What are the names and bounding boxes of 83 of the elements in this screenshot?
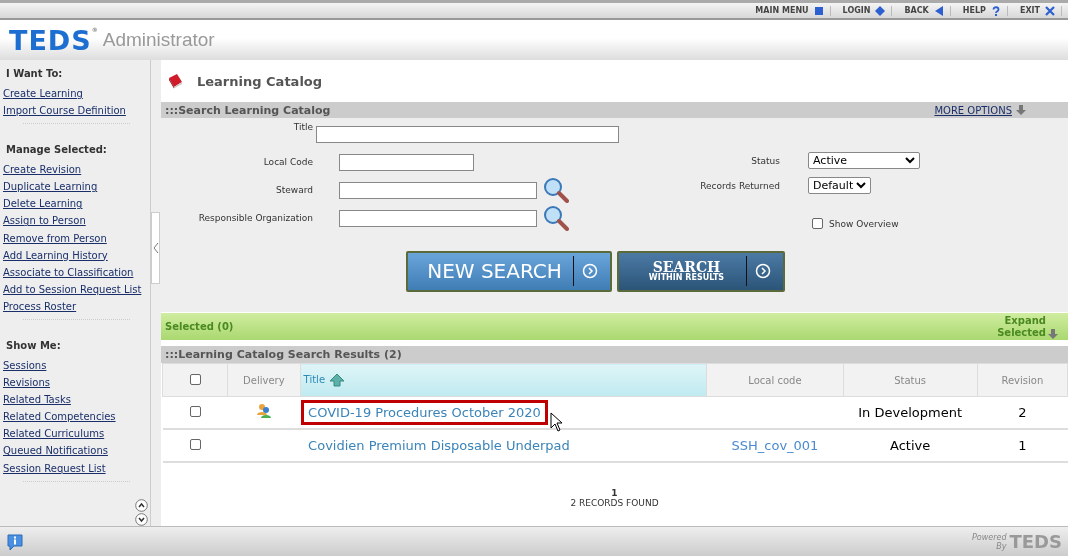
sidebar-link[interactable]: Session Request List [3,461,150,479]
scroll-down-icon [135,513,148,527]
sidebar-link[interactable]: Add to Session Request List [3,282,150,300]
chevron-down-icon [856,182,866,189]
field-label: Status [750,155,780,166]
scroll-up-icon [135,499,148,513]
sidebar-heading: I Want To: [5,67,64,81]
text-field[interactable] [339,209,537,227]
sidebar-link[interactable]: Delete Learning [3,197,150,215]
checkbox[interactable] [189,439,201,450]
cursor-icon [550,412,564,432]
records-found: 2 RECORDS FOUND [570,498,659,508]
search-button[interactable]: SEARCH WITHIN RESULTS [617,250,785,292]
chevron-down-icon [905,157,915,164]
help-icon [990,5,1001,16]
selected-count: Selected (0) [165,321,234,332]
local-code-link[interactable]: SSH_cov_001 [731,438,819,453]
sidebar-link[interactable]: Create Learning [3,87,150,105]
nav-link[interactable]: EXIT [1013,5,1062,16]
sidebar-link[interactable]: Remove from Person [3,231,150,249]
down-arrow-icon [1048,328,1058,339]
table-cell: In Development [843,396,978,429]
sidebar-link[interactable]: Import Course Definition [3,104,150,122]
chevron-left-icon [152,242,159,254]
sidebar-link[interactable]: Associate to Classification [3,265,150,283]
sidebar-link[interactable]: Related Tasks [3,393,150,411]
more-options-link[interactable]: MORE OPTIONS [934,104,1012,116]
dropdown[interactable]: Default [808,177,871,194]
sidebar-link[interactable]: Assign to Person [3,214,150,232]
footer-logo: TEDS [1009,531,1062,552]
sidebar-link[interactable]: Process Roster [3,300,150,318]
close-icon [1045,5,1055,16]
table-cell: Active [843,429,978,462]
text-field[interactable] [339,153,474,171]
sidebar-link[interactable]: Create Revision [3,163,150,181]
nav-link[interactable]: LOGIN [836,5,893,16]
dropdown[interactable]: Active [808,152,920,169]
text-field[interactable] [316,126,619,143]
sidebar-link[interactable]: Related Curriculums [3,427,150,445]
field-label: Steward [275,185,313,195]
checkbox[interactable] [812,218,823,229]
search-icon [543,177,569,203]
checkbox-label: Show Overview [829,218,899,229]
stop-square-icon [813,5,824,16]
sidebar-link[interactable]: Queued Notifications [3,444,150,462]
field-label: Title [292,122,313,132]
table-cell: 1 [977,429,1068,462]
down-arrow-icon [1016,105,1026,115]
arrow-circle-icon [755,263,771,279]
section-title: :::Search Learning Catalog [165,103,332,117]
section-title: :::Learning Catalog Search Results (2) [165,348,403,361]
text-field[interactable] [339,181,537,199]
sidebar-link[interactable]: Duplicate Learning [3,180,150,198]
title-link[interactable]: COVID-19 Procedures October 2020 [301,400,548,425]
sidebar-link[interactable]: Add Learning History [3,248,150,266]
field-label: Records Returned [699,180,780,191]
title-link[interactable]: Covidien Premium Disposable Underpad [301,433,577,458]
collapse-handle[interactable] [151,212,160,284]
sidebar-heading: Show Me: [5,338,62,353]
checkbox[interactable] [189,406,201,417]
app-name: Administrator [102,29,215,51]
book-icon [167,73,183,89]
field-label: Responsible Organization [197,213,313,223]
powered-by-text: Powered By [971,532,1007,551]
back-icon [933,5,944,16]
sidebar-link[interactable]: Sessions [3,358,150,376]
diamond-icon [875,5,886,16]
sidebar-link[interactable]: Revisions [3,375,150,394]
info-icon [6,532,24,551]
sidebar-link[interactable]: Related Competencies [3,410,150,428]
nav-link[interactable]: MAIN MENU [749,5,831,16]
page-number[interactable]: 1 [611,488,618,498]
page-title: Learning Catalog [197,73,323,89]
search-icon [543,205,569,231]
sidebar-heading: Manage Selected: [5,142,108,157]
field-label: Local Code [262,157,313,167]
logo: TEDS$^{®}$ [9,26,99,54]
nav-link[interactable]: BACK [898,5,951,16]
checkbox[interactable] [189,373,201,385]
arrow-circle-icon [582,263,598,279]
nav-link[interactable]: HELP [956,5,1008,16]
table-cell: 2 [977,396,1068,429]
sort-up-icon [329,373,346,387]
